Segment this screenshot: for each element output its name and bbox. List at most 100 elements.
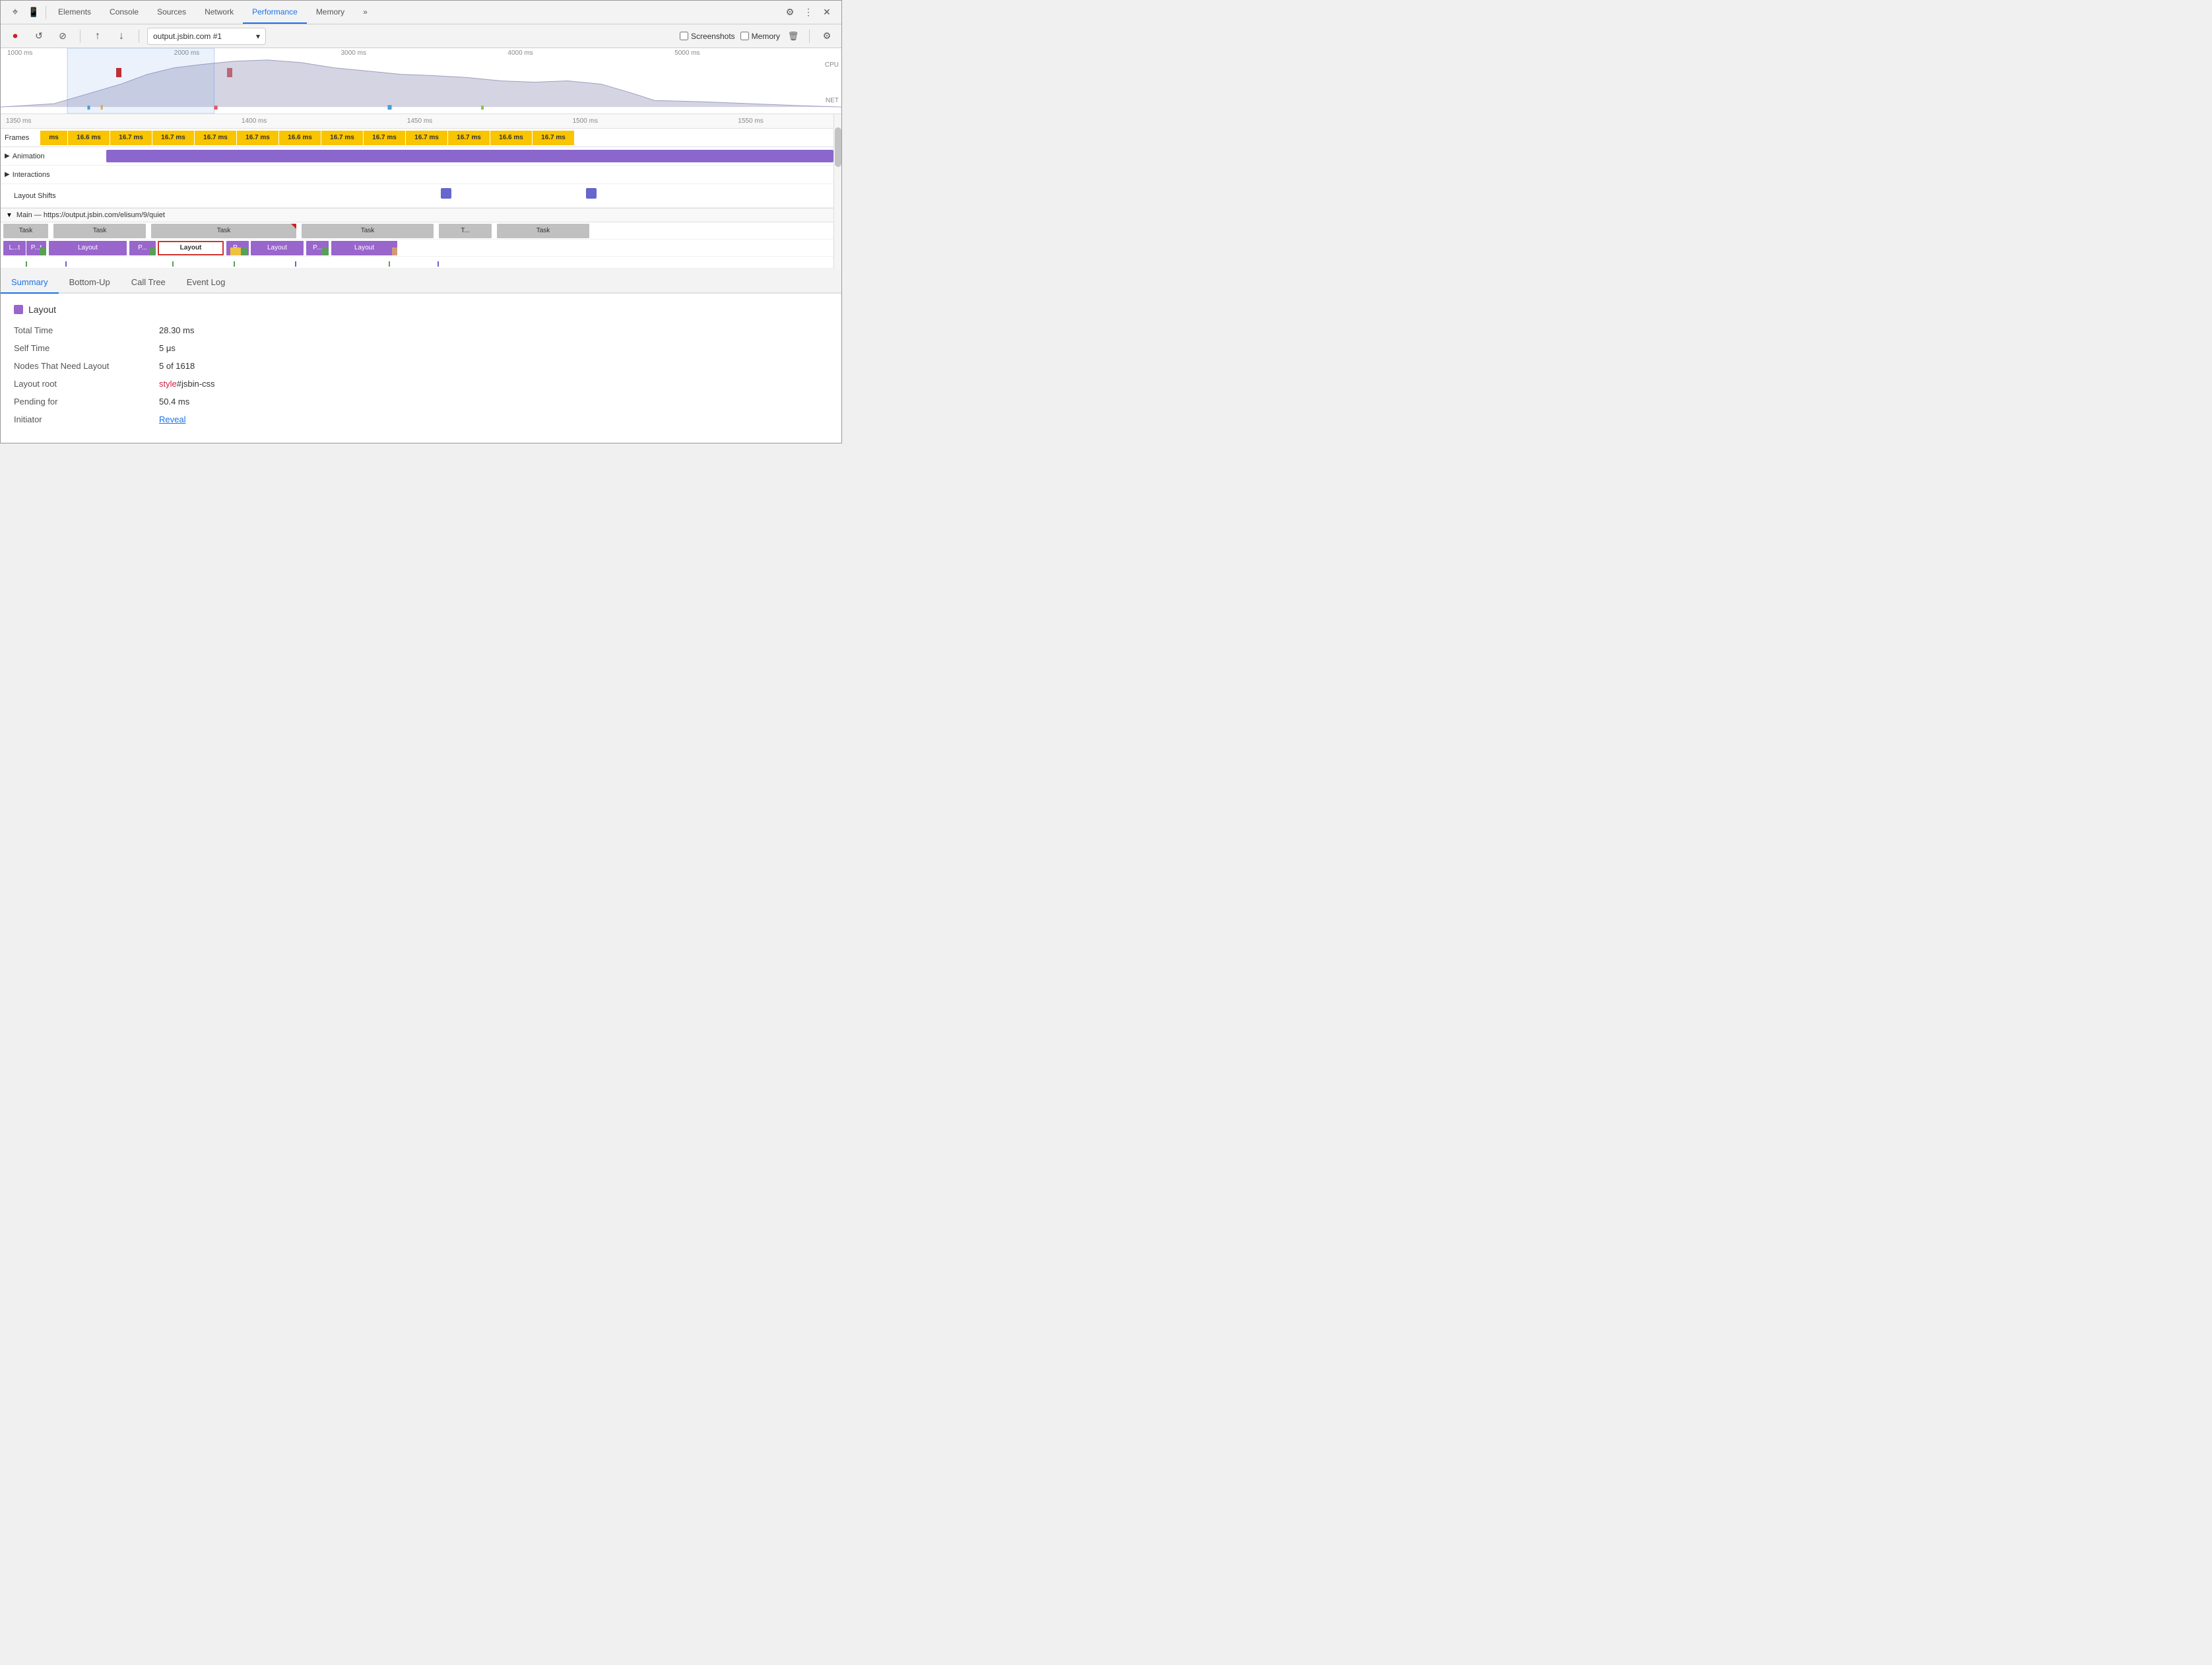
pointer-icon[interactable]: ⌖ xyxy=(6,3,24,22)
frame-chip-0[interactable]: ms xyxy=(40,131,68,145)
frame-chip-8[interactable]: 16.7 ms xyxy=(364,131,406,145)
purple-tick-1 xyxy=(65,261,67,267)
initiator-key: Initiator xyxy=(14,414,159,424)
tab-console[interactable]: Console xyxy=(100,1,148,24)
frame-chip-7[interactable]: 16.7 ms xyxy=(321,131,364,145)
ls-block-1[interactable] xyxy=(441,188,451,199)
sub-p2[interactable]: P... xyxy=(129,241,156,255)
tab-call-tree[interactable]: Call Tree xyxy=(121,277,176,294)
main-collapse-icon[interactable]: ▼ xyxy=(6,212,13,219)
task-block-6[interactable]: Task xyxy=(497,224,589,238)
download-btn[interactable]: ↓ xyxy=(112,27,131,46)
task-row-sub: L...t P...t Layout P... Layout P... xyxy=(1,240,833,257)
task-block-4[interactable]: Task xyxy=(302,224,434,238)
initiator-row: Initiator Reveal xyxy=(14,414,828,424)
detail-tick-1400: 1400 ms xyxy=(172,117,337,125)
nodes-row: Nodes That Need Layout 5 of 1618 xyxy=(14,361,828,371)
more-icon[interactable]: ⋮ xyxy=(799,3,818,22)
frame-chip-6[interactable]: 16.6 ms xyxy=(279,131,321,145)
self-time-key: Self Time xyxy=(14,343,159,353)
refresh-btn[interactable]: ↺ xyxy=(30,27,48,46)
detail-tick-1550: 1550 ms xyxy=(668,117,833,125)
tab-bottom-up[interactable]: Bottom-Up xyxy=(59,277,121,294)
animation-content xyxy=(106,147,833,165)
task-block-5[interactable]: T... xyxy=(439,224,492,238)
interactions-label[interactable]: ▶ Interactions xyxy=(1,171,106,179)
summary-title-text: Layout xyxy=(28,304,56,315)
devtools-window: ⌖ 📱 Elements Console Sources Network Per… xyxy=(0,0,842,443)
record-btn[interactable]: ⏺ xyxy=(6,27,24,46)
frame-chip-2[interactable]: 16.7 ms xyxy=(110,131,152,145)
sub-p3[interactable]: P... xyxy=(226,241,249,255)
clear-btn[interactable]: ⊘ xyxy=(53,27,72,46)
frame-chip-12[interactable]: 16.7 ms xyxy=(533,131,575,145)
screenshots-checkbox-input[interactable] xyxy=(680,32,688,40)
memory-checkbox-input[interactable] xyxy=(740,32,749,40)
tab-summary[interactable]: Summary xyxy=(1,277,59,294)
frames-row: Frames ms 16.6 ms 16.7 ms 16.7 ms 16.7 m… xyxy=(1,129,833,147)
frame-chip-5[interactable]: 16.7 ms xyxy=(237,131,279,145)
layout-color-box xyxy=(14,305,23,314)
frame-chip-9[interactable]: 16.7 ms xyxy=(406,131,448,145)
tab-sources[interactable]: Sources xyxy=(148,1,195,24)
task-row-top: Task Task Task Task T... Task xyxy=(1,222,833,240)
scrollbar-thumb[interactable] xyxy=(835,127,841,167)
green-block-3 xyxy=(241,247,247,255)
long-task-flag xyxy=(291,224,296,229)
green-block-2 xyxy=(149,247,156,255)
tab-network[interactable]: Network xyxy=(195,1,243,24)
vertical-scrollbar[interactable] xyxy=(833,114,841,269)
settings-icon[interactable]: ⚙ xyxy=(781,3,799,22)
tab-performance[interactable]: Performance xyxy=(243,1,307,24)
bottom-tab-bar: Summary Bottom-Up Call Tree Event Log xyxy=(1,269,841,294)
sub-pt1[interactable]: P...t xyxy=(26,241,46,255)
trash-btn[interactable]: 🗑 xyxy=(785,28,801,44)
pending-val: 50.4 ms xyxy=(159,397,189,407)
tab-memory[interactable]: Memory xyxy=(307,1,354,24)
memory-checkbox[interactable]: Memory xyxy=(740,32,780,41)
detail-ruler: 1350 ms 1400 ms 1450 ms 1500 ms 1550 ms xyxy=(1,114,833,129)
divider4 xyxy=(809,30,810,43)
task-block-2[interactable]: Task xyxy=(53,224,146,238)
summary-title: Layout xyxy=(14,304,828,315)
green-block-1 xyxy=(40,247,46,255)
tab-event-log[interactable]: Event Log xyxy=(176,277,236,294)
upload-btn[interactable]: ↑ xyxy=(88,27,107,46)
nodes-val: 5 of 1618 xyxy=(159,361,195,371)
capture-settings-icon[interactable]: ⚙ xyxy=(818,27,836,46)
perf-toolbar: ⏺ ↺ ⊘ ↑ ↓ output.jsbin.com #1 ▾ Screensh… xyxy=(1,24,841,48)
overview-area: 1000 ms 2000 ms 3000 ms 4000 ms 5000 ms … xyxy=(1,48,841,114)
layout-root-key: Layout root xyxy=(14,379,159,389)
cpu-chart xyxy=(1,48,841,114)
tab-more[interactable]: » xyxy=(354,1,377,24)
sub-layout3[interactable]: Layout xyxy=(251,241,304,255)
device-icon[interactable]: 📱 xyxy=(24,3,43,22)
close-icon[interactable]: ✕ xyxy=(818,3,836,22)
layout-root-row: Layout root style#jsbin-css xyxy=(14,379,828,389)
frame-chip-3[interactable]: 16.7 ms xyxy=(152,131,195,145)
frame-chip-10[interactable]: 16.7 ms xyxy=(448,131,490,145)
frame-chip-4[interactable]: 16.7 ms xyxy=(195,131,237,145)
frame-chip-1[interactable]: 16.6 ms xyxy=(68,131,110,145)
interactions-content xyxy=(106,166,833,183)
task-block-1[interactable]: Task xyxy=(3,224,48,238)
pending-key: Pending for xyxy=(14,397,159,407)
total-time-key: Total Time xyxy=(14,325,159,335)
sub-lt[interactable]: L...t xyxy=(3,241,26,255)
purple-tick-2 xyxy=(295,261,296,267)
sub-layout4[interactable]: Layout xyxy=(331,241,397,255)
total-time-val: 28.30 ms xyxy=(159,325,194,335)
tab-bar: ⌖ 📱 Elements Console Sources Network Per… xyxy=(1,1,841,24)
initiator-val[interactable]: Reveal xyxy=(159,414,185,424)
screenshots-checkbox[interactable]: Screenshots xyxy=(680,32,735,41)
sub-p4[interactable]: P... xyxy=(306,241,329,255)
task-block-3[interactable]: Task xyxy=(151,224,296,238)
sub-layout2-selected[interactable]: Layout xyxy=(158,241,224,255)
sub-layout1[interactable]: Layout xyxy=(49,241,127,255)
animation-label[interactable]: ▶ Animation xyxy=(1,152,106,160)
frames-label: Frames xyxy=(1,134,40,142)
frame-chip-11[interactable]: 16.6 ms xyxy=(490,131,533,145)
ls-block-2[interactable] xyxy=(586,188,597,199)
url-selector[interactable]: output.jsbin.com #1 ▾ xyxy=(147,28,266,45)
tab-elements[interactable]: Elements xyxy=(49,1,100,24)
